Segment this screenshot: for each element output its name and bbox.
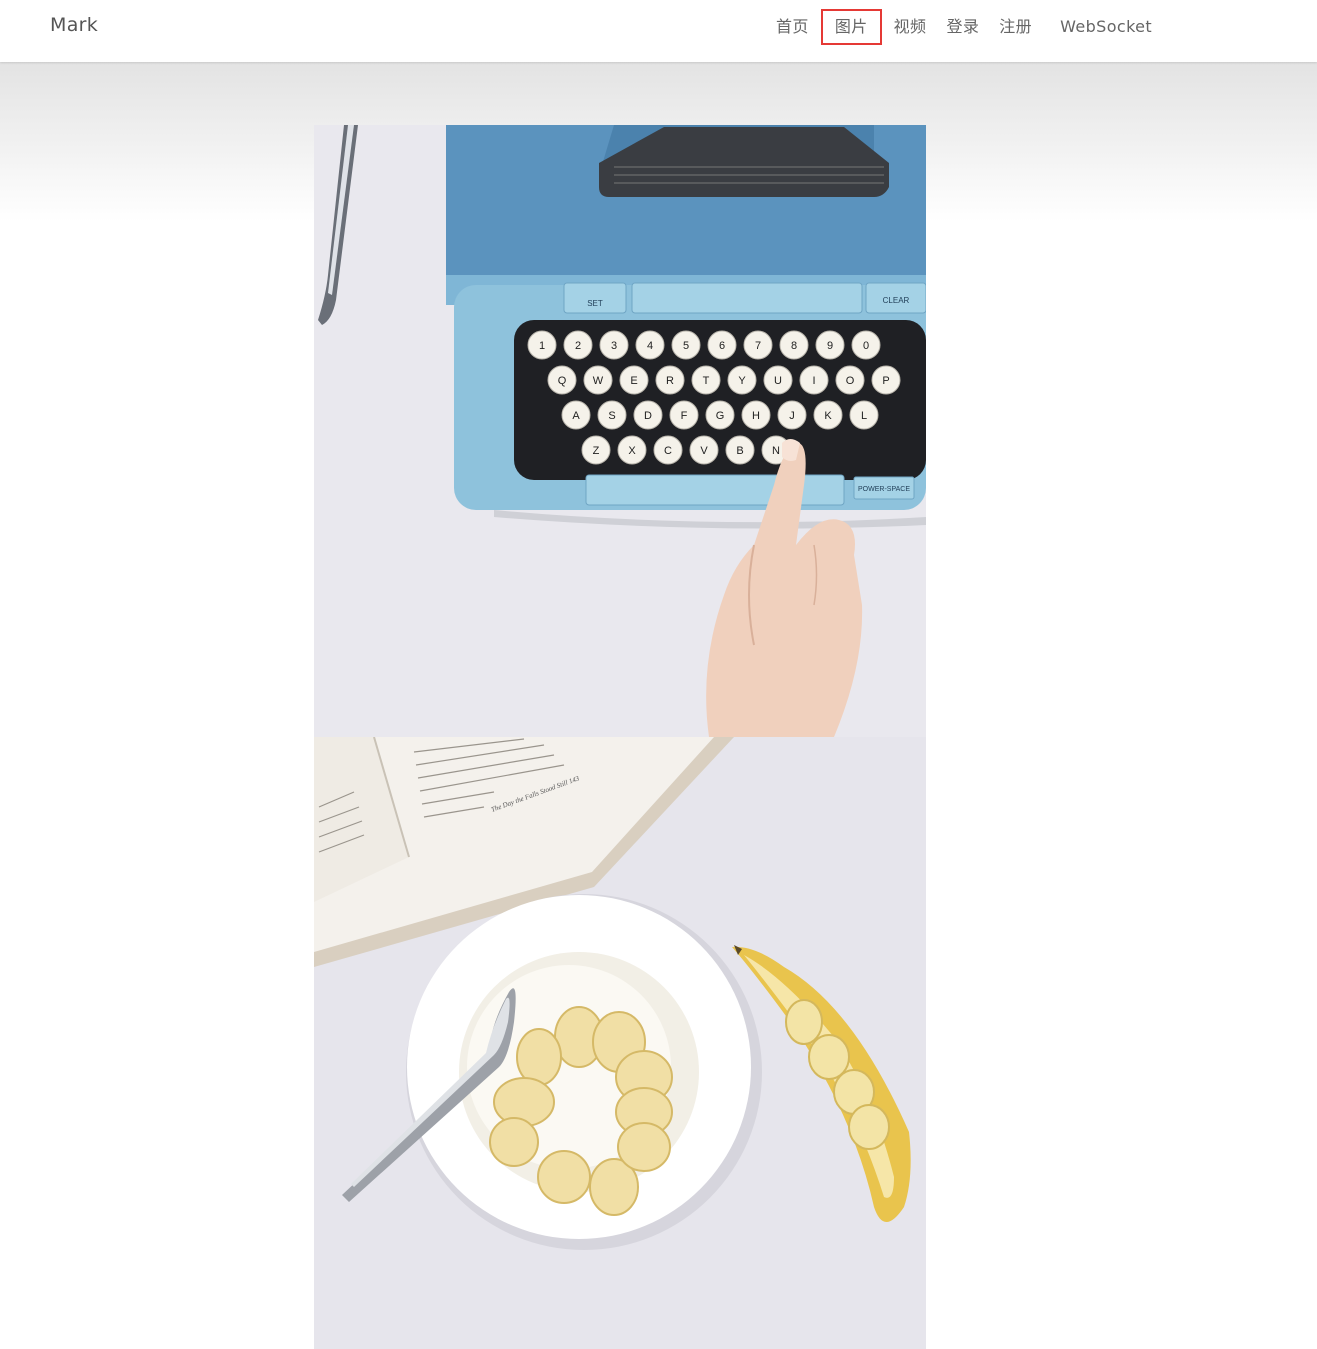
typewriter-illustration: SET CLEAR 1 2 3 4 5 6 7 8 9 0 Q W E R T Y U I O P A S D F G H J K…: [314, 125, 926, 737]
top-navbar: Mark 首页 图片 视频 登录 注册 WebSocket: [0, 0, 1317, 62]
typewriter-key-label: 5: [683, 340, 689, 352]
nav-video[interactable]: 视频: [884, 9, 937, 45]
typewriter-key-label: 9: [827, 340, 833, 352]
typewriter-key-label: G: [716, 410, 725, 422]
typewriter-key-label: J: [789, 410, 795, 422]
typewriter-key-label: 6: [719, 340, 725, 352]
brand-logo[interactable]: Mark: [50, 14, 98, 36]
typewriter-key-label: S: [608, 410, 615, 422]
typewriter-key-label: 8: [791, 340, 797, 352]
typewriter-key-label: 1: [539, 340, 545, 352]
typewriter-key-label: V: [700, 445, 708, 457]
power-space-label: POWER-SPACE: [858, 486, 910, 493]
typewriter-key-label: B: [736, 445, 743, 457]
set-key-label: SET: [587, 299, 603, 308]
typewriter-key-label: A: [572, 410, 580, 422]
image-gallery: SET CLEAR 1 2 3 4 5 6 7 8 9 0 Q W E R T Y U I O P A S D F G H J K…: [314, 125, 926, 1349]
photo-typewriter[interactable]: SET CLEAR 1 2 3 4 5 6 7 8 9 0 Q W E R T Y U I O P A S D F G H J K…: [314, 125, 926, 737]
nav-images[interactable]: 图片: [820, 9, 882, 45]
typewriter-key-label: F: [681, 410, 688, 422]
typewriter-key-label: U: [774, 375, 782, 387]
typewriter-key-label: Q: [558, 375, 567, 387]
typewriter-key-label: I: [812, 375, 815, 387]
photo-yogurt-banana[interactable]: The Day the Falls Stood Still 143: [314, 737, 926, 1349]
typewriter-key-label: 4: [647, 340, 653, 352]
typewriter-key-label: 7: [755, 340, 761, 352]
typewriter-key-label: P: [882, 375, 889, 387]
typewriter-key-label: 3: [611, 340, 617, 352]
typewriter-key-label: X: [628, 445, 636, 457]
clear-key-label: CLEAR: [883, 296, 910, 305]
typewriter-key-label: 2: [575, 340, 581, 352]
nav-login[interactable]: 登录: [936, 9, 989, 45]
typewriter-key-label: 0: [863, 340, 869, 352]
typewriter-key-label: N: [772, 445, 780, 457]
typewriter-key-label: R: [666, 375, 674, 387]
typewriter-key-label: W: [593, 375, 604, 387]
yogurt-illustration: The Day the Falls Stood Still 143: [314, 737, 926, 1349]
typewriter-key-label: H: [752, 410, 760, 422]
typewriter-key-label: L: [861, 410, 867, 422]
typewriter-key-label: Z: [593, 445, 600, 457]
typewriter-key-label: D: [644, 410, 652, 422]
nav-home[interactable]: 首页: [766, 9, 819, 45]
typewriter-key-label: O: [846, 375, 855, 387]
typewriter-key-label: E: [630, 375, 637, 387]
typewriter-key-label: K: [824, 410, 832, 422]
typewriter-key-label: T: [703, 375, 710, 387]
nav-websocket[interactable]: WebSocket: [1050, 9, 1162, 45]
typewriter-key-label: Y: [738, 375, 746, 387]
nav-links: 首页 图片 视频 登录 注册 WebSocket: [766, 8, 1162, 46]
typewriter-key-label: C: [664, 445, 672, 457]
nav-register[interactable]: 注册: [989, 9, 1042, 45]
